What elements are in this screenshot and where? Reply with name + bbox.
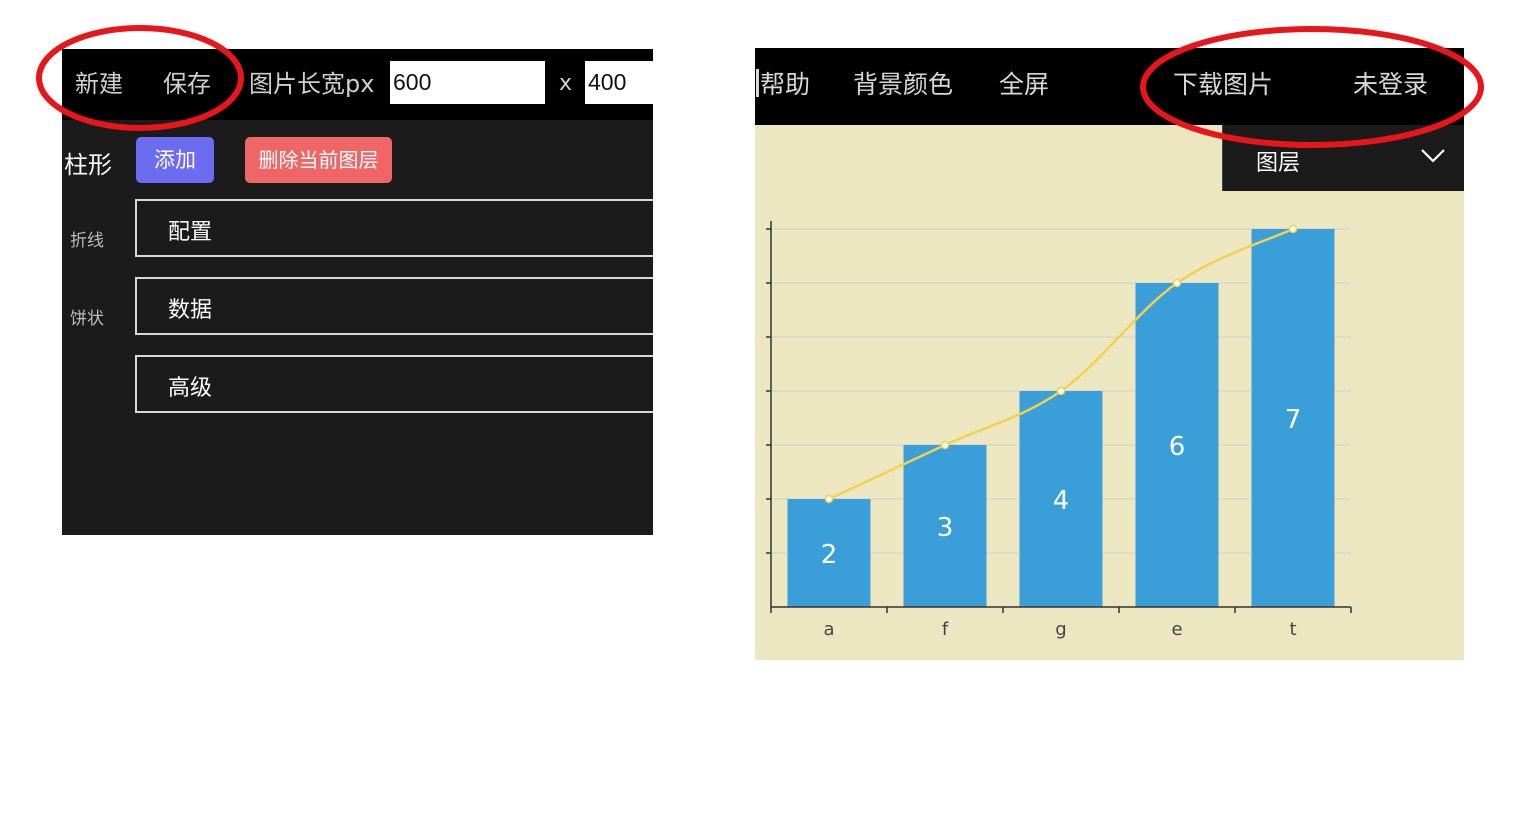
clipped-glyph <box>755 69 759 97</box>
line-point-t <box>1288 224 1298 234</box>
delete-layer-button[interactable]: 删除当前图层 <box>245 137 392 183</box>
new-button[interactable]: 新建 <box>75 68 123 100</box>
bar-label-e: 6 <box>1169 432 1186 462</box>
add-layer-button[interactable]: 添加 <box>136 137 214 183</box>
config-section[interactable]: 配置 <box>135 199 653 257</box>
editor-toolbar: 新建 保存 图片长宽px x <box>62 49 653 120</box>
preview-toolbar: 帮助 背景颜色 全屏 下载图片 未登录 <box>755 48 1464 125</box>
data-section[interactable]: 数据 <box>135 277 653 335</box>
preview-panel: 2 3 4 6 7 a f g e t 帮助 背景颜色 全屏 下载图片 未登录 图层 <box>755 48 1464 660</box>
help-button[interactable]: 帮助 <box>755 68 810 102</box>
size-times-sign: x <box>559 71 573 96</box>
line-point-g <box>1056 386 1066 396</box>
chart-type-line[interactable]: 折线 <box>70 226 104 251</box>
login-status-button[interactable]: 未登录 <box>1353 68 1428 102</box>
line-point-a <box>824 494 834 504</box>
x-tick-label-e: e <box>1171 619 1182 640</box>
image-width-input[interactable] <box>390 61 545 104</box>
chevron-down-icon <box>1421 149 1445 163</box>
line-point-e <box>1172 278 1182 288</box>
advanced-section-label: 高级 <box>168 376 213 401</box>
bar-label-t: 7 <box>1285 405 1302 435</box>
help-label: 帮助 <box>760 70 811 99</box>
x-tick-label-f: f <box>942 619 949 640</box>
x-tick-label-g: g <box>1055 619 1066 640</box>
line-point-f <box>940 440 950 450</box>
bar-label-a: 2 <box>821 540 838 570</box>
editor-panel: 新建 保存 图片长宽px x 柱形 折线 饼状 添加 删除当前图层 配置 数据 … <box>62 49 653 535</box>
bar-label-g: 4 <box>1053 486 1070 516</box>
chart-type-pie[interactable]: 饼状 <box>70 304 104 329</box>
data-section-label: 数据 <box>168 298 213 323</box>
chart-type-bar[interactable]: 柱形 <box>64 145 112 180</box>
advanced-section[interactable]: 高级 <box>135 355 653 413</box>
background-color-button[interactable]: 背景颜色 <box>853 68 953 102</box>
x-tick-label-t: t <box>1289 619 1296 640</box>
image-size-label: 图片长宽px <box>249 70 375 98</box>
download-image-button[interactable]: 下载图片 <box>1173 68 1273 102</box>
layer-select-label: 图层 <box>1256 151 1301 176</box>
image-height-input[interactable] <box>585 61 653 104</box>
bar-label-f: 3 <box>937 513 954 543</box>
fullscreen-button[interactable]: 全屏 <box>999 68 1049 102</box>
bar-series: 2 3 4 6 7 <box>787 229 1335 607</box>
layer-select[interactable]: 图层 <box>1222 125 1464 191</box>
save-button[interactable]: 保存 <box>163 68 211 100</box>
x-tick-label-a: a <box>823 619 834 640</box>
config-section-label: 配置 <box>168 220 213 245</box>
